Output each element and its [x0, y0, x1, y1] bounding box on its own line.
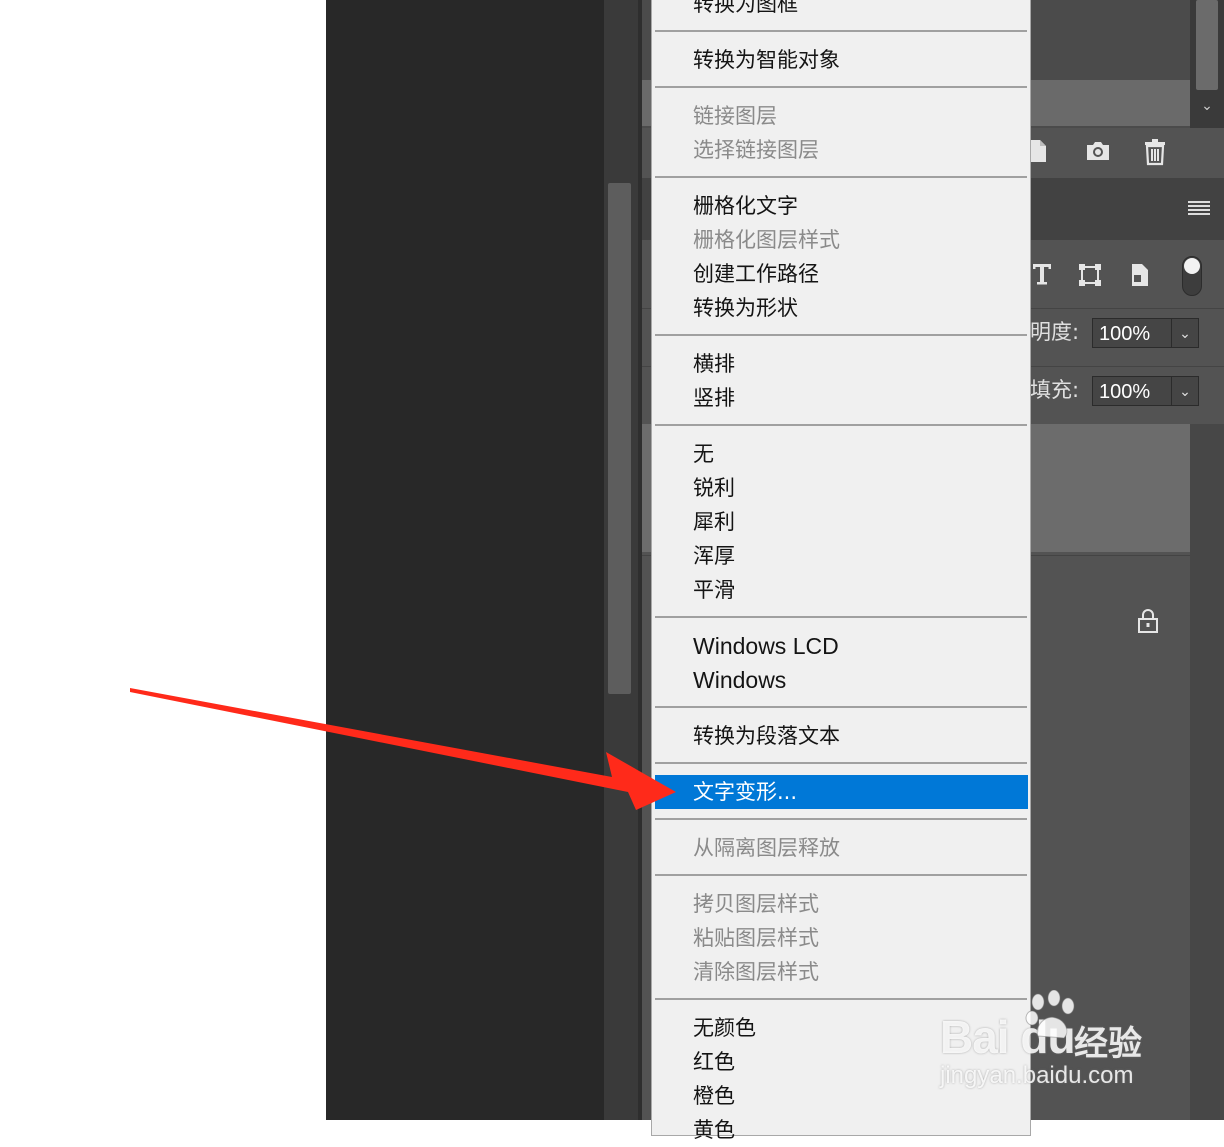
menu-item-vertical[interactable]: 竖排 [652, 381, 1028, 415]
menu-item-antialias-strong[interactable]: 浑厚 [652, 539, 1028, 573]
menu-separator [655, 706, 1027, 708]
transform-filter-icon[interactable] [1074, 262, 1106, 292]
document-canvas-dark [326, 0, 604, 1120]
menu-separator [655, 874, 1027, 876]
menu-separator [655, 762, 1027, 764]
fill-input[interactable]: 100% [1092, 376, 1172, 406]
watermark-url: jingyan.baidu.com [940, 1062, 1134, 1089]
menu-separator [655, 998, 1027, 1000]
fill-label: 填充: [1030, 378, 1080, 402]
menu-separator [655, 86, 1027, 88]
menu-item-convert-to-smart-object[interactable]: 转换为智能对象 [652, 43, 1028, 77]
menu-item-antialias-crisp[interactable]: 犀利 [652, 505, 1028, 539]
menu-separator [655, 30, 1027, 32]
fill-dropdown-chevron-icon[interactable]: ⌄ [1171, 376, 1199, 406]
menu-item-horizontal[interactable]: 横排 [652, 347, 1028, 381]
camera-icon[interactable] [1082, 138, 1114, 168]
opacity-dropdown-chevron-icon[interactable]: ⌄ [1171, 318, 1199, 348]
menu-item-rasterize-layer-style[interactable]: 栅格化图层样式 [652, 223, 1028, 257]
menu-item-release-from-isolation[interactable]: 从隔离图层释放 [652, 831, 1028, 865]
layers-scrollbar-track[interactable] [1190, 424, 1224, 1120]
panel-menu-icon[interactable] [1188, 200, 1212, 220]
menu-item-link-layers[interactable]: 链接图层 [652, 99, 1028, 133]
menu-separator [655, 616, 1027, 618]
menu-separator [655, 334, 1027, 336]
opacity-label: 明度: [1030, 320, 1080, 344]
menu-item-windows-lcd[interactable]: Windows LCD [652, 629, 1028, 663]
menu-item-create-work-path[interactable]: 创建工作路径 [652, 257, 1028, 291]
context-menu: 转换为图框 转换为智能对象 链接图层 选择链接图层 栅格化文字 栅格化图层样式 … [651, 0, 1031, 1142]
menu-item-paste-layer-style[interactable]: 粘贴图层样式 [652, 921, 1028, 955]
menu-separator [655, 818, 1027, 820]
paw-icon [1024, 989, 1080, 1040]
lock-icon [1137, 608, 1159, 634]
menu-separator [655, 424, 1027, 426]
menu-item-windows[interactable]: Windows [652, 663, 1028, 697]
menu-item-convert-to-paragraph-text[interactable]: 转换为段落文本 [652, 719, 1028, 753]
opacity-input[interactable]: 100% [1092, 318, 1172, 348]
filter-toggle-knob[interactable] [1184, 258, 1200, 274]
canvas-white-area [0, 0, 326, 1120]
canvas-scrollbar-thumb[interactable] [608, 183, 631, 694]
menu-separator [655, 176, 1027, 178]
menu-item-antialias-none[interactable]: 无 [652, 437, 1028, 471]
menu-item-convert-to-frame[interactable]: 转换为图框 [652, 0, 1028, 21]
menu-item-select-linked-layers[interactable]: 选择链接图层 [652, 133, 1028, 167]
menu-item-clear-layer-style[interactable]: 清除图层样式 [652, 955, 1028, 989]
menu-item-antialias-smooth[interactable]: 平滑 [652, 573, 1028, 607]
menu-item-convert-to-shape[interactable]: 转换为形状 [652, 291, 1028, 325]
menu-item-warp-text[interactable]: 文字变形... [655, 775, 1028, 809]
smart-object-filter-icon[interactable] [1124, 262, 1156, 292]
menu-item-copy-layer-style[interactable]: 拷贝图层样式 [652, 887, 1028, 921]
chevron-down-icon[interactable]: ⌄ [1197, 96, 1217, 116]
menu-item-antialias-sharp[interactable]: 锐利 [652, 471, 1028, 505]
menu-item-yellow[interactable]: 黄色 [652, 1113, 1028, 1147]
top-panel-scrollbar-thumb[interactable] [1196, 0, 1218, 90]
trash-icon[interactable] [1139, 138, 1171, 168]
menu-item-rasterize-type[interactable]: 栅格化文字 [652, 189, 1028, 223]
watermark-product: 经验 [1074, 1024, 1142, 1064]
